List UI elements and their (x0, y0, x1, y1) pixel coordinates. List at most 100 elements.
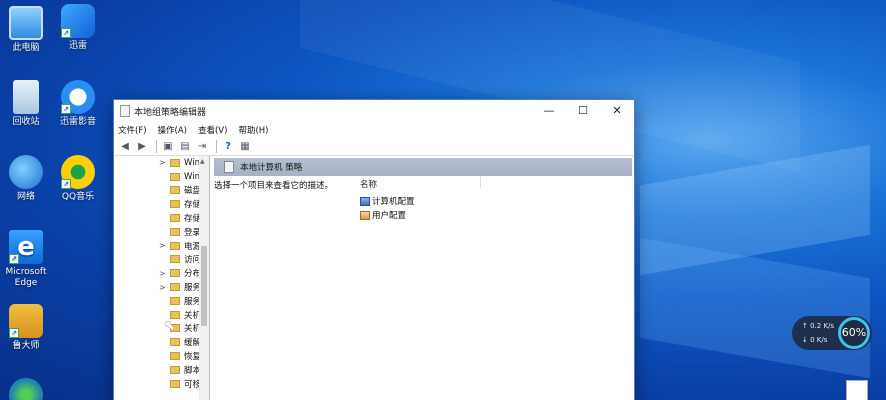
qq-music-icon: ↗ (61, 155, 95, 189)
expand-chevron-icon[interactable]: > (159, 283, 166, 292)
back-icon[interactable]: ◀ (118, 140, 132, 154)
menu-action[interactable]: 操作(A) (158, 124, 187, 136)
tree-item[interactable]: > 服务控 (114, 280, 209, 294)
minimize-button[interactable]: — (532, 100, 566, 122)
tree-scrollbar[interactable]: ▲ (199, 156, 209, 400)
list-item-computer-config[interactable]: 计算机配置 (360, 195, 415, 207)
desktop-icon-partial[interactable] (0, 378, 56, 400)
expand-chevron-icon[interactable]: > (159, 158, 166, 167)
desktop-icon-ludashi[interactable]: ↗ 鲁大师 (0, 304, 56, 352)
app-icon (120, 105, 130, 117)
upload-value: 0.2 (810, 322, 822, 330)
pane-header: 本地计算机 策略 (214, 158, 632, 176)
desktop-icon-xunlei-video[interactable]: ↗ 迅雷影音 (48, 80, 108, 128)
folder-icon (170, 269, 180, 278)
show-hide-tree-icon[interactable]: ▤ (178, 140, 192, 154)
tree-item[interactable]: > 分布式 (114, 266, 209, 280)
edge-icon: e ↗ (9, 230, 43, 264)
folder-icon (170, 227, 180, 236)
up-level-icon[interactable]: ▣ (161, 140, 175, 154)
folder-icon (170, 338, 180, 347)
pane-header-title: 本地计算机 策略 (240, 163, 303, 173)
toolbar: ◀ ▶ ▣ ▤ ⇥ ? ▦ (114, 138, 634, 156)
export-list-icon[interactable]: ⇥ (195, 140, 209, 154)
menu-bar: 文件(F) 操作(A) 查看(V) 帮助(H) (114, 122, 634, 138)
network-icon (9, 155, 43, 189)
user-config-icon (360, 210, 370, 220)
desktop-document-icon[interactable] (846, 380, 868, 400)
mouse-cursor-icon: ⬉ (164, 318, 176, 334)
list-item-user-config[interactable]: 用户配置 (360, 209, 406, 221)
tree-item[interactable]: 服务器 (114, 294, 209, 308)
tree-item[interactable]: 磁盘配 (114, 184, 209, 198)
xunlei-icon: ↗ (61, 4, 95, 38)
upload-speed: ↑ 0.2 K/s (802, 322, 835, 330)
desktop-icon-label: 鲁大师 (12, 341, 40, 351)
scroll-up-icon[interactable]: ▲ (200, 158, 205, 165)
column-divider[interactable] (480, 176, 481, 188)
desktop-icon-edge[interactable]: e ↗ Microsoft Edge (0, 230, 56, 289)
tree-item[interactable]: 登录 (114, 225, 209, 239)
desktop-icon-label: QQ音乐 (61, 192, 95, 202)
tree-list: > Windo Windo 磁盘配 存储驱 存储运 登录 > 电源管 访问拒 > 分布式 > 服务控 服务器… (114, 156, 209, 391)
tree-item[interactable]: 关机选 (114, 322, 209, 336)
tree-item[interactable]: 脚本 (114, 363, 209, 377)
xunlei-video-icon: ↗ (61, 80, 95, 114)
forward-icon[interactable]: ▶ (135, 140, 149, 154)
folder-icon (170, 365, 180, 374)
download-unit: K/s (816, 336, 828, 344)
folder-icon (170, 255, 180, 264)
tree-item[interactable]: 关机 (114, 308, 209, 322)
menu-file[interactable]: 文件(F) (118, 124, 147, 136)
column-header-name[interactable]: 名称 (360, 178, 377, 190)
menu-view[interactable]: 查看(V) (198, 124, 227, 136)
memory-usage-ring: 60% (838, 317, 870, 349)
wallpaper-window-light-bottom (640, 237, 870, 379)
title-bar[interactable]: 本地组策略编辑器 — ☐ ✕ (114, 100, 634, 122)
tree-item[interactable]: 可移动 (114, 377, 209, 391)
desktop-icon-qq-music[interactable]: ↗ QQ音乐 (48, 155, 108, 203)
tree-pane[interactable]: > Windo Windo 磁盘配 存储驱 存储运 登录 > 电源管 访问拒 > 分布式 > 服务控 服务器… (114, 156, 210, 400)
desktop-icon-xunlei[interactable]: ↗ 迅雷 (48, 4, 108, 52)
close-button[interactable]: ✕ (600, 100, 634, 122)
folder-icon (170, 200, 180, 209)
folder-icon (170, 241, 180, 250)
policy-document-icon (224, 161, 234, 173)
globe-icon (9, 378, 43, 400)
tree-item[interactable]: 缓解选 (114, 335, 209, 349)
help-icon[interactable]: ? (221, 140, 235, 154)
folder-icon (170, 172, 180, 181)
list-item-label: 用户配置 (372, 211, 407, 221)
expand-chevron-icon[interactable]: > (159, 241, 166, 250)
this-pc-icon (9, 6, 43, 40)
scrollbar-thumb[interactable] (201, 246, 207, 326)
window-title: 本地组策略编辑器 (134, 107, 207, 118)
desktop-icon-label: 迅雷影音 (59, 117, 96, 127)
maximize-button[interactable]: ☐ (566, 100, 600, 122)
menu-help[interactable]: 帮助(H) (238, 124, 268, 136)
content-area: > Windo Windo 磁盘配 存储驱 存储运 登录 > 电源管 访问拒 > 分布式 > 服务控 服务器… (114, 156, 634, 400)
computer-config-icon (360, 196, 370, 206)
tree-item[interactable]: Windo (114, 170, 209, 184)
folder-icon (170, 379, 180, 388)
network-speed-widget[interactable]: ↑ 0.2 K/s ↓ 0 K/s 60% (792, 316, 872, 350)
expand-chevron-icon[interactable]: > (159, 269, 166, 278)
details-pane: 本地计算机 策略 选择一个项目来查看它的描述。 名称 计算机配置 用户配置 (210, 156, 634, 400)
description-text: 选择一个项目来查看它的描述。 (214, 181, 334, 191)
tree-item[interactable]: 存储运 (114, 211, 209, 225)
properties-icon[interactable]: ▦ (238, 140, 252, 154)
folder-icon (170, 352, 180, 361)
download-speed: ↓ 0 K/s (802, 336, 828, 344)
folder-icon (170, 214, 180, 223)
folder-icon (170, 158, 180, 167)
tree-item[interactable]: > Windo (114, 156, 209, 170)
desktop-icon-label-line1: Microsoft (5, 267, 47, 277)
ludashi-icon: ↗ (9, 304, 43, 338)
desktop-icon-label-line2: Edge (14, 278, 38, 288)
group-policy-editor-window[interactable]: 本地组策略编辑器 — ☐ ✕ 文件(F) 操作(A) 查看(V) 帮助(H) ◀… (113, 99, 635, 400)
tree-item[interactable]: 存储驱 (114, 197, 209, 211)
tree-item[interactable]: 访问拒 (114, 253, 209, 267)
list-item-label: 计算机配置 (372, 197, 415, 207)
tree-item[interactable]: 恢复 (114, 349, 209, 363)
tree-item[interactable]: > 电源管 (114, 239, 209, 253)
